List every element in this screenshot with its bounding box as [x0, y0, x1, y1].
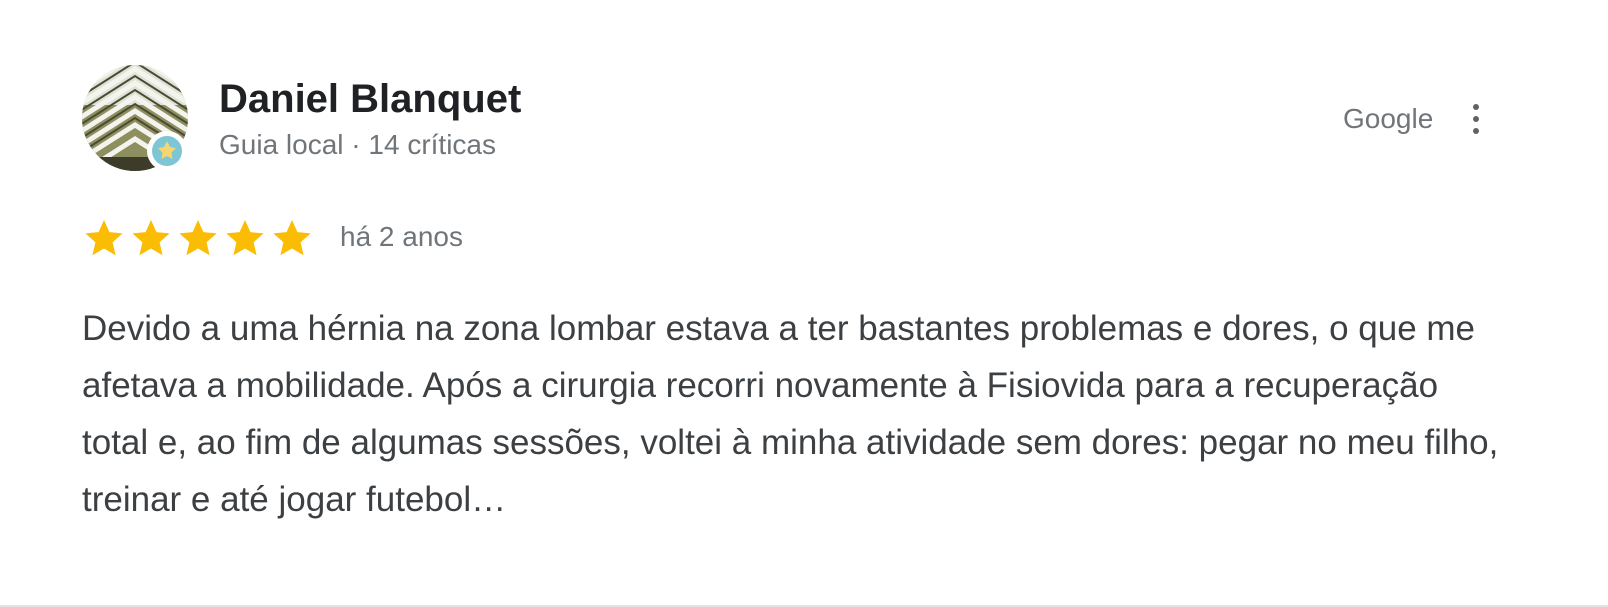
star-icon — [226, 220, 264, 256]
star-icon — [132, 220, 170, 256]
star-rating — [82, 216, 314, 260]
star-icon — [85, 220, 123, 256]
review-source: Google — [1343, 103, 1434, 134]
review-time: há 2 anos — [340, 221, 463, 252]
star-icon — [179, 220, 217, 256]
more-options-button[interactable] — [1458, 96, 1494, 142]
more-vert-icon — [1473, 104, 1479, 134]
review-card: Daniel Blanquet Guia local · 14 críticas… — [0, 0, 1608, 607]
reviewer-meta[interactable]: Guia local · 14 críticas — [219, 128, 496, 162]
reviewer-name[interactable]: Daniel Blanquet — [219, 76, 521, 122]
local-guide-badge — [147, 131, 187, 171]
star-icon — [273, 220, 311, 256]
review-text: Devido a uma hérnia na zona lombar estav… — [82, 309, 1499, 519]
local-guide-badge-icon — [152, 136, 182, 166]
